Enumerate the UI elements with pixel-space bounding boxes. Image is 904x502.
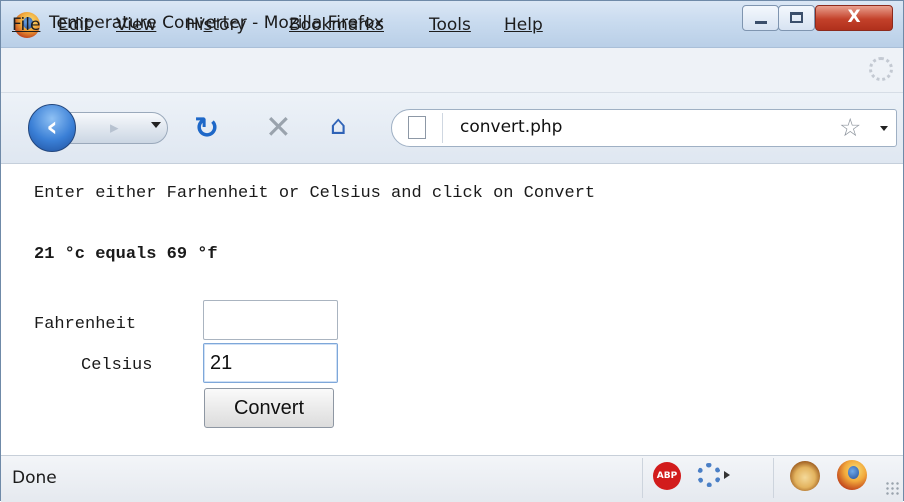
minimize-button[interactable] xyxy=(742,5,779,31)
menu-edit[interactable]: Edit xyxy=(58,15,91,35)
stop-icon[interactable]: ✕ xyxy=(265,108,292,146)
close-button[interactable]: X xyxy=(815,5,893,31)
menu-history[interactable]: History xyxy=(186,15,247,35)
adblock-plus-icon[interactable]: ABP xyxy=(653,462,681,490)
address-separator xyxy=(442,113,443,143)
page-icon xyxy=(408,116,426,139)
activity-throbber-icon xyxy=(869,57,893,81)
url-text[interactable]: convert.php xyxy=(460,117,562,137)
browser-window: Temperature Converter - Mozilla Firefox … xyxy=(0,0,904,502)
menu-bookmarks-label: Bookmarks xyxy=(289,15,384,35)
bookmark-star-icon[interactable]: ☆ xyxy=(839,113,861,142)
celsius-input[interactable] xyxy=(204,344,337,382)
menu-file-label: File xyxy=(12,15,41,35)
menu-edit-label: Edit xyxy=(58,15,91,35)
menu-tools-label: Tools xyxy=(429,15,471,35)
diagnostics-dropdown-icon[interactable] xyxy=(724,471,730,479)
reload-icon[interactable]: ↻ xyxy=(194,111,219,146)
celsius-label: Celsius xyxy=(81,356,153,375)
menu-bar xyxy=(1,48,903,93)
menu-view-label: View xyxy=(116,15,157,35)
menu-history-label: History xyxy=(186,15,247,35)
status-text: Done xyxy=(12,468,57,488)
instructions-text: Enter either Farhenheit or Celsius and c… xyxy=(34,184,596,203)
history-dropdown-icon[interactable] xyxy=(151,122,161,128)
status-bar xyxy=(1,455,903,502)
back-forward-group: ▸ ‹ xyxy=(28,104,173,152)
url-dropdown-icon[interactable] xyxy=(880,126,888,131)
convert-button[interactable]: Convert xyxy=(204,388,334,428)
status-divider xyxy=(773,458,774,498)
status-divider xyxy=(642,458,643,498)
fahrenheit-label: Fahrenheit xyxy=(34,315,137,334)
resize-grip[interactable] xyxy=(885,481,899,495)
menu-bookmarks[interactable]: Bookmarks xyxy=(289,15,384,35)
back-icon: ‹ xyxy=(46,110,58,143)
celsius-field-box xyxy=(203,343,338,383)
close-icon: X xyxy=(847,7,861,27)
menu-help[interactable]: Help xyxy=(504,15,543,35)
page-content xyxy=(1,164,903,454)
back-button[interactable]: ‹ xyxy=(28,104,76,152)
home-icon[interactable]: ⌂ xyxy=(330,111,347,141)
conversion-result: 21 °c equals 69 °f xyxy=(34,245,218,264)
menu-view[interactable]: View xyxy=(116,15,156,35)
maximize-button[interactable] xyxy=(778,5,815,31)
fahrenheit-input[interactable] xyxy=(204,301,337,339)
menu-help-label: Help xyxy=(504,15,543,35)
menu-tools[interactable]: Tools xyxy=(429,15,471,35)
diagnostics-icon[interactable] xyxy=(697,463,721,487)
menu-file[interactable]: File xyxy=(12,15,40,35)
firefox-icon[interactable] xyxy=(837,460,867,490)
greasemonkey-icon[interactable] xyxy=(790,461,820,491)
fahrenheit-field-box xyxy=(203,300,338,340)
